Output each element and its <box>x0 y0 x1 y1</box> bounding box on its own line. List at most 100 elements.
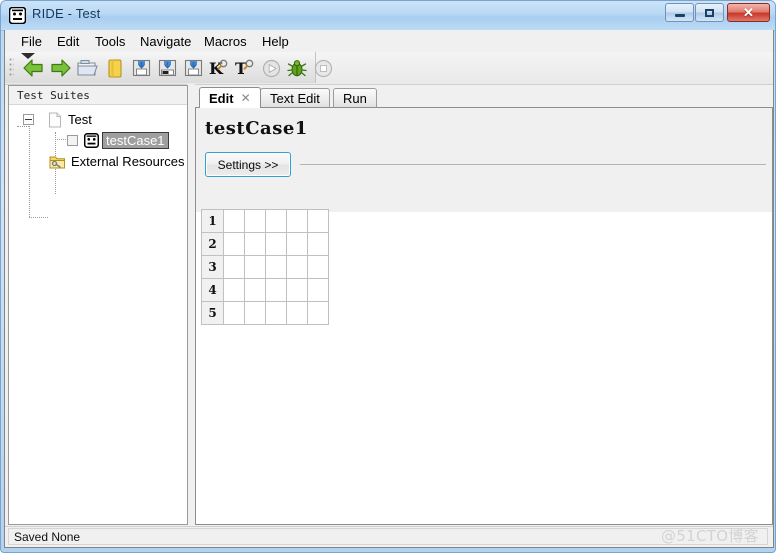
grid-cell[interactable] <box>244 232 266 256</box>
row-header[interactable]: 3 <box>201 255 224 279</box>
grid-cell[interactable] <box>286 278 308 302</box>
grid-cell[interactable] <box>223 301 245 325</box>
edit-tab-page: testCase1 Settings >> 1 2 3 4 5 <box>195 107 773 525</box>
grid-cell[interactable] <box>265 255 287 279</box>
grid-cell[interactable] <box>307 255 329 279</box>
maximize-icon <box>696 4 723 21</box>
grid-cell[interactable] <box>307 278 329 302</box>
grid-cell[interactable] <box>223 232 245 256</box>
grid-cell[interactable] <box>307 232 329 256</box>
open-button[interactable] <box>75 56 99 80</box>
tree-node-testcase1[interactable]: testCase1 <box>67 131 169 150</box>
tree-connector <box>29 217 48 218</box>
stop-button[interactable] <box>311 56 335 80</box>
row-header[interactable]: 4 <box>201 278 224 302</box>
arrow-left-green-icon <box>23 59 43 77</box>
splitter-sash[interactable] <box>187 84 195 524</box>
new-project-button[interactable] <box>103 56 127 80</box>
menu-help[interactable]: Help <box>256 33 295 50</box>
play-circle-icon <box>262 59 280 77</box>
grid-cell[interactable] <box>265 209 287 233</box>
grid-cell[interactable] <box>244 209 266 233</box>
row-header[interactable]: 2 <box>201 232 224 256</box>
grid-cell[interactable] <box>286 232 308 256</box>
yellow-folder-icon <box>108 58 122 78</box>
toolbar: K T <box>5 52 773 85</box>
tree-header-label: Test Suites <box>9 86 187 105</box>
folder-key-icon <box>49 156 65 168</box>
search-tests-button[interactable]: T <box>233 56 257 80</box>
tab-run[interactable]: Run <box>333 88 377 108</box>
tree-node-label: External Resources <box>71 154 185 169</box>
bug-green-icon <box>287 59 307 76</box>
close-icon[interactable]: ✕ <box>241 92 251 104</box>
tree-node-external-resources[interactable]: External Resources <box>49 152 184 171</box>
maximize-button[interactable] <box>695 3 724 22</box>
grid-cell[interactable] <box>307 209 329 233</box>
forward-button[interactable] <box>49 56 73 80</box>
table-row[interactable]: 3 <box>201 255 329 279</box>
table-row[interactable]: 2 <box>201 232 329 256</box>
grid-cell[interactable] <box>223 278 245 302</box>
toolbar-drag-handle[interactable] <box>9 58 14 78</box>
minimize-icon <box>666 4 693 21</box>
close-button[interactable]: ✕ <box>727 3 770 22</box>
tree-connector <box>29 120 30 217</box>
grid-cell[interactable] <box>265 278 287 302</box>
run-button[interactable] <box>259 56 283 80</box>
grid-cell[interactable] <box>244 278 266 302</box>
grid-cell[interactable] <box>286 255 308 279</box>
menu-bar: File Edit Tools Navigate Macros Help <box>5 30 773 52</box>
save-as-button[interactable] <box>155 56 179 80</box>
menu-navigate[interactable]: Navigate <box>134 33 197 50</box>
menu-macros[interactable]: Macros <box>198 33 253 50</box>
menu-tools[interactable]: Tools <box>89 33 131 50</box>
menu-file[interactable]: File <box>15 33 48 50</box>
arrow-right-green-icon <box>51 59 71 77</box>
grid-cell[interactable] <box>223 209 245 233</box>
grid-cell[interactable] <box>265 301 287 325</box>
save-button[interactable] <box>129 56 153 80</box>
menu-edit[interactable]: Edit <box>51 33 85 50</box>
settings-button[interactable]: Settings >> <box>205 152 291 177</box>
grid-cell[interactable] <box>265 232 287 256</box>
tree-node-test[interactable]: Test <box>23 110 92 129</box>
close-icon: ✕ <box>743 4 754 20</box>
table-row[interactable]: 4 <box>201 278 329 302</box>
svg-text:K: K <box>209 59 224 78</box>
window-title: RIDE - Test <box>32 6 101 21</box>
page-title: testCase1 <box>205 118 308 139</box>
robot-face-icon <box>84 133 99 148</box>
search-keyword-button[interactable]: K <box>207 56 231 80</box>
table-row[interactable]: 5 <box>201 301 329 325</box>
robot-face-icon <box>9 7 26 24</box>
t-search-icon: T <box>235 59 254 78</box>
page-icon <box>49 112 61 127</box>
grid-cell[interactable] <box>286 301 308 325</box>
row-header[interactable]: 5 <box>201 301 224 325</box>
status-message: Saved None <box>8 528 768 545</box>
tab-label: Text Edit <box>270 91 320 106</box>
tree-node-checkbox[interactable] <box>67 135 78 146</box>
grid-cell[interactable] <box>307 301 329 325</box>
save-all-button[interactable] <box>181 56 205 80</box>
save-all-disk-icon <box>184 59 202 77</box>
tab-edit[interactable]: Edit ✕ <box>199 87 261 108</box>
grid-cell[interactable] <box>244 255 266 279</box>
row-header[interactable]: 1 <box>201 209 224 233</box>
grid-cell[interactable] <box>244 301 266 325</box>
grid-cell[interactable] <box>286 209 308 233</box>
keyword-grid[interactable]: 1 2 3 4 5 <box>201 209 329 325</box>
tree-node-label: testCase1 <box>102 132 169 149</box>
minus-box-icon[interactable] <box>23 114 34 125</box>
debug-button[interactable] <box>285 56 309 80</box>
status-bar: Saved None <box>5 526 773 547</box>
minimize-button[interactable] <box>665 3 694 22</box>
save-as-disk-icon <box>158 59 176 77</box>
tab-label: Run <box>343 91 367 106</box>
app-window: RIDE - Test ✕ File Edit Tools Navigate M… <box>0 0 776 553</box>
tab-text-edit[interactable]: Text Edit <box>260 88 330 108</box>
table-row[interactable]: 1 <box>201 209 329 233</box>
back-button[interactable] <box>21 56 45 80</box>
grid-cell[interactable] <box>223 255 245 279</box>
